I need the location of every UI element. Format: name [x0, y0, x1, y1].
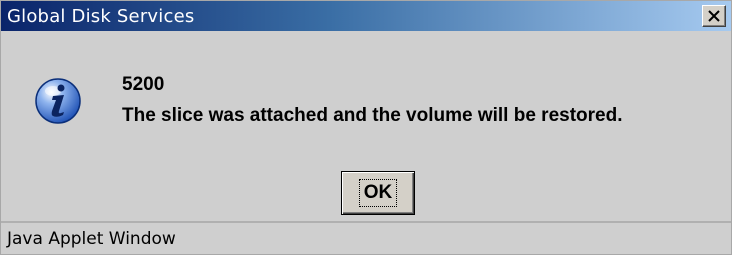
message-text: The slice was attached and the volume wi… [122, 105, 623, 126]
close-button[interactable] [702, 5, 726, 27]
message-code: 5200 [122, 74, 165, 95]
ok-button-label: OK [358, 179, 398, 207]
ok-button[interactable]: OK [341, 171, 415, 215]
dialog-window: Global Disk Services 5200 The slice was … [0, 0, 732, 255]
window-title: Global Disk Services [7, 5, 195, 27]
title-bar[interactable]: Global Disk Services [1, 1, 731, 31]
dialog-content: 5200 The slice was attached and the volu… [1, 31, 731, 221]
applet-warning-text: Java Applet Window [7, 228, 176, 249]
close-icon [708, 10, 720, 22]
info-icon [35, 78, 81, 124]
status-bar: Java Applet Window [1, 221, 731, 254]
